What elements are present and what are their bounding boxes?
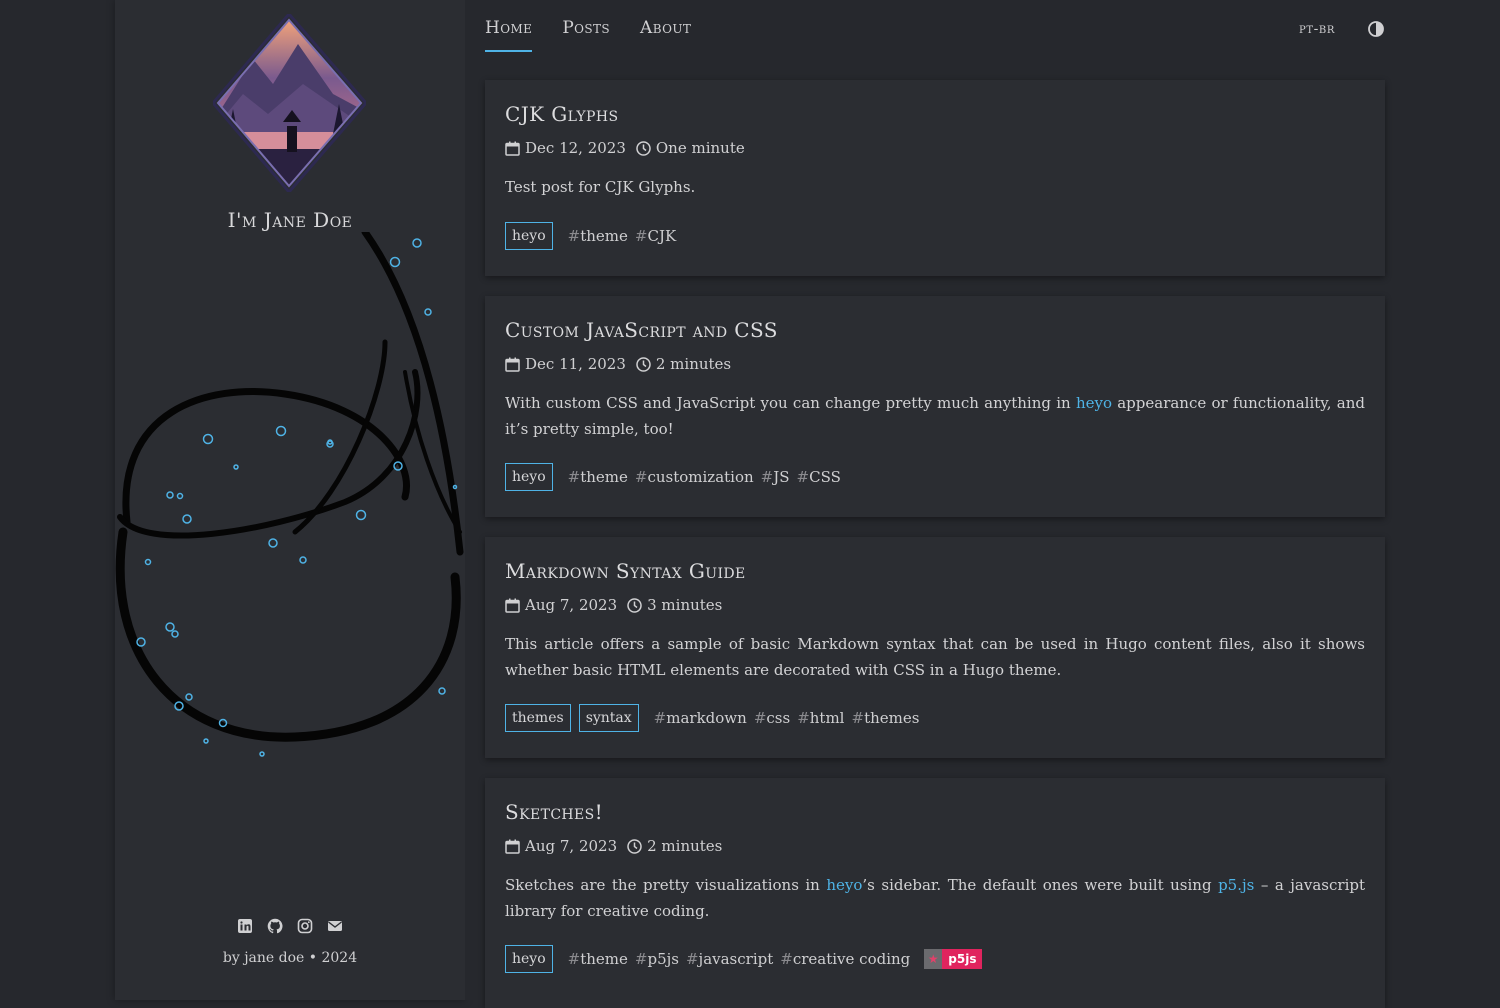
reading-time: One minute	[655, 139, 745, 157]
category-badge[interactable]: syntax	[578, 704, 639, 732]
clock-icon	[627, 597, 642, 613]
post-title[interactable]: Markdown Syntax Guide	[505, 559, 746, 583]
tag-link[interactable]: #CJK	[635, 227, 676, 245]
post-summary: This article offers a sample of basic Ma…	[505, 635, 1365, 679]
tag-link[interactable]: #JS	[761, 468, 790, 486]
post-tags: heyo #theme #customization #JS #CSS	[505, 463, 841, 491]
post-meta: Dec 11, 2023 2 minutes	[505, 355, 731, 373]
tag-link[interactable]: #markdown	[654, 709, 747, 727]
tag-link[interactable]: #theme	[568, 950, 628, 968]
footer-credit: by jane doe • 2024	[222, 950, 358, 966]
heyo-link[interactable]: heyo	[826, 876, 862, 894]
email-icon[interactable]	[327, 918, 343, 934]
tag-link[interactable]: #themes	[851, 709, 919, 727]
category-badge[interactable]: heyo	[505, 945, 553, 973]
post-meta: Dec 12, 2023 One minute	[505, 139, 745, 157]
post-meta: Aug 7, 2023 2 minutes	[505, 837, 722, 855]
tag-link[interactable]: #customization	[635, 468, 754, 486]
reading-time: 2 minutes	[655, 355, 732, 373]
tag-link[interactable]: #theme	[568, 468, 628, 486]
badge-label: p5js	[942, 949, 983, 969]
tag-link[interactable]: #css	[754, 709, 790, 727]
github-icon[interactable]	[267, 918, 283, 934]
nav-about[interactable]: About	[640, 18, 691, 52]
post-card: Custom JavaScript and CSS Dec 11, 2023 2…	[485, 296, 1385, 517]
post-tags: heyo #theme #p5js #javascript #creative …	[505, 945, 983, 973]
post-summary: Test post for CJK Glyphs.	[505, 178, 696, 196]
language-switch[interactable]: pt-br	[1299, 21, 1335, 37]
calendar-icon	[505, 141, 520, 156]
tag-link[interactable]: #p5js	[635, 950, 679, 968]
post-date: Dec 12, 2023	[525, 139, 626, 157]
clock-icon	[627, 838, 642, 854]
category-badge[interactable]: heyo	[505, 463, 553, 491]
calendar-icon	[505, 598, 520, 613]
post-summary: With custom CSS and JavaScript you can c…	[505, 394, 1365, 438]
site-logo[interactable]	[213, 14, 366, 192]
category-badge[interactable]: themes	[505, 704, 571, 732]
main-content: Home Posts About pt-br CJK Glyphs Dec 12…	[465, 0, 1400, 1008]
p5js-link[interactable]: p5.js	[1218, 876, 1254, 894]
post-title[interactable]: Sketches!	[505, 800, 603, 824]
linkedin-icon[interactable]	[237, 918, 253, 934]
post-card: CJK Glyphs Dec 12, 2023 One minute Test …	[485, 80, 1385, 276]
tag-link[interactable]: #theme	[568, 227, 628, 245]
tag-link[interactable]: #creative coding	[780, 950, 910, 968]
post-card: Sketches! Aug 7, 2023 2 minutes Sketches…	[485, 778, 1385, 1008]
p5js-badge[interactable]: ★ p5js	[924, 949, 983, 969]
clock-icon	[636, 356, 651, 372]
social-links	[115, 918, 465, 934]
tag-link[interactable]: #javascript	[686, 950, 773, 968]
tag-link[interactable]: #CSS	[797, 468, 841, 486]
nav-posts[interactable]: Posts	[562, 18, 610, 52]
star-icon: ★	[924, 949, 943, 969]
sidebar-sketch	[115, 232, 464, 757]
post-summary: Sketches are the pretty visualizations i…	[505, 876, 1365, 920]
reading-time: 2 minutes	[647, 837, 723, 855]
theme-toggle-icon[interactable]	[1367, 20, 1385, 38]
post-title[interactable]: Custom JavaScript and CSS	[505, 318, 778, 342]
tag-link[interactable]: #html	[797, 709, 844, 727]
heyo-link[interactable]: heyo	[1076, 394, 1112, 412]
post-date: Dec 11, 2023	[525, 355, 626, 373]
sidebar: I'm Jane Doe by jane doe • 2024	[115, 0, 465, 1000]
calendar-icon	[505, 357, 520, 372]
nav-home[interactable]: Home	[485, 18, 533, 52]
top-nav: Home Posts About pt-br	[485, 0, 1385, 60]
post-meta: Aug 7, 2023 3 minutes	[505, 596, 722, 614]
post-date: Aug 7, 2023	[525, 837, 618, 855]
clock-icon	[636, 140, 651, 156]
post-tags: themes syntax #markdown #css #html #them…	[505, 704, 919, 732]
site-title[interactable]: I'm Jane Doe	[115, 208, 465, 232]
post-card: Markdown Syntax Guide Aug 7, 2023 3 minu…	[485, 537, 1385, 758]
instagram-icon[interactable]	[297, 918, 313, 934]
reading-time: 3 minutes	[647, 596, 723, 614]
post-tags: heyo #theme #CJK	[505, 222, 676, 250]
post-title[interactable]: CJK Glyphs	[505, 102, 618, 126]
calendar-icon	[505, 839, 520, 854]
post-date: Aug 7, 2023	[525, 596, 618, 614]
category-badge[interactable]: heyo	[505, 222, 553, 250]
